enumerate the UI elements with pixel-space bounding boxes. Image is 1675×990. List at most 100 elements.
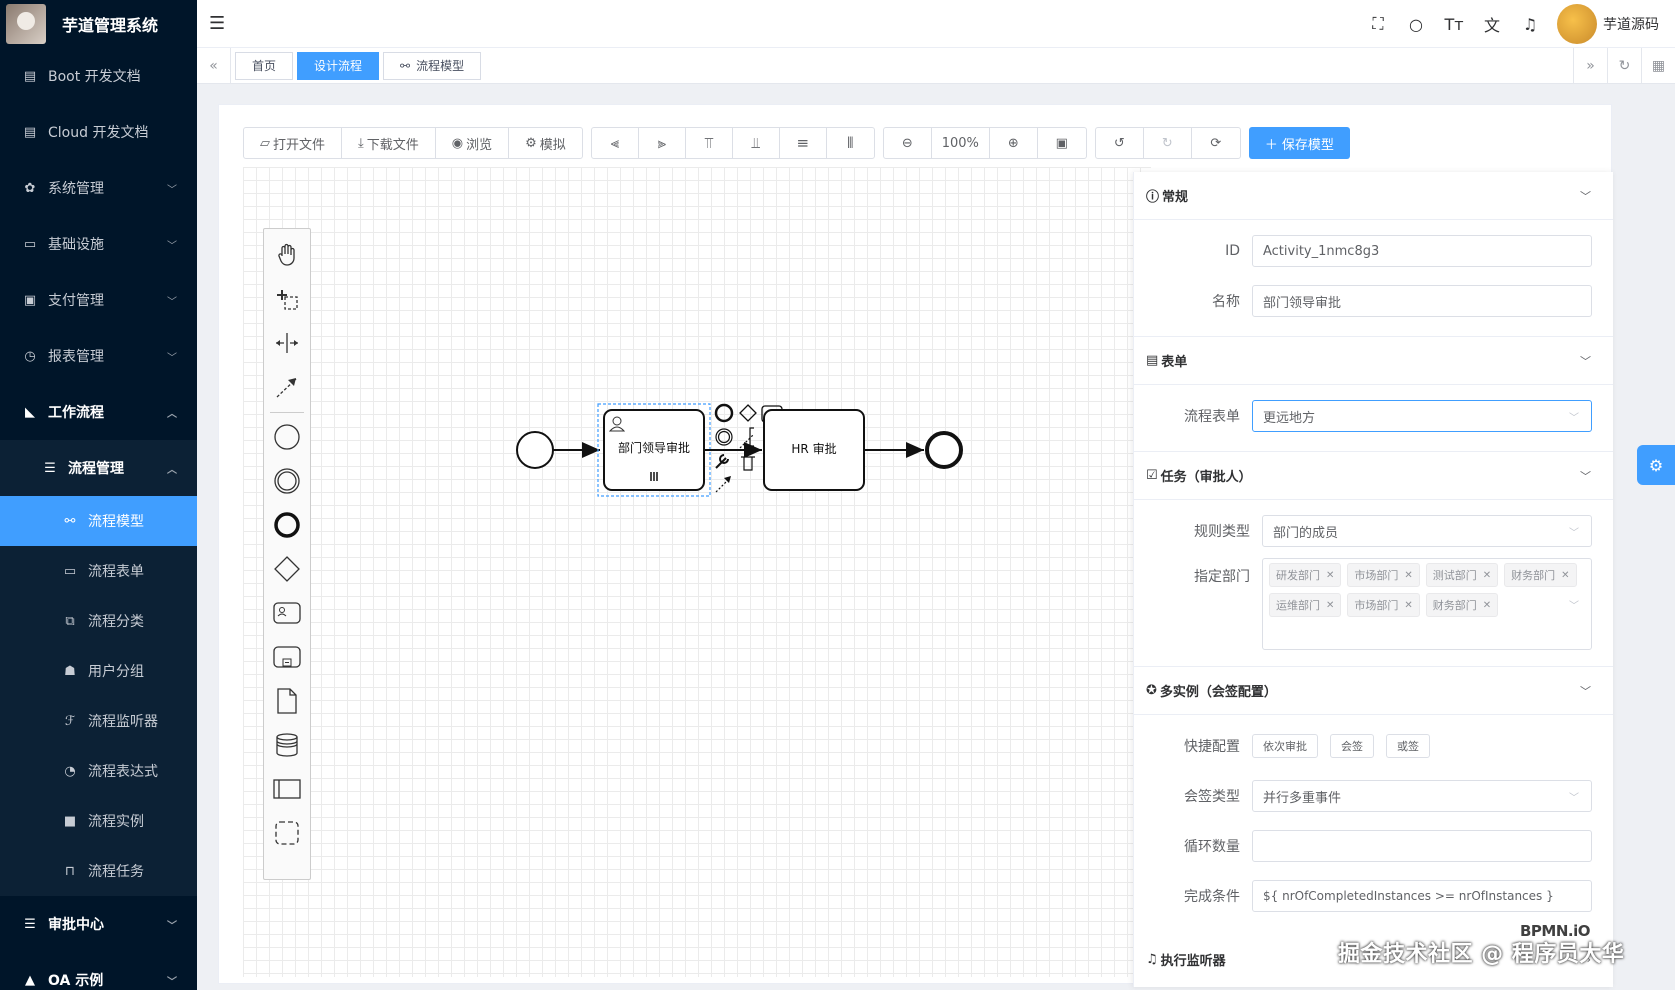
sub-process-icon[interactable]	[264, 637, 310, 677]
data-object-icon[interactable]	[264, 681, 310, 721]
sidebar-item-workflow[interactable]: ◣ 工作流程 ︿	[0, 384, 197, 440]
dept-chip[interactable]: 测试部门 ✕	[1425, 563, 1499, 587]
tag-design-process[interactable]: 设计流程	[297, 51, 380, 80]
align-center-icon[interactable]: ≡	[780, 128, 827, 158]
end-event[interactable]	[925, 431, 963, 469]
open-file-button[interactable]: ▱ 打开文件	[244, 128, 343, 158]
download-file-button[interactable]: ⤓ 下载文件	[342, 128, 436, 158]
sidebar-item-process-category[interactable]: ⧉ 流程分类	[0, 596, 197, 646]
sidebar-item-user-group[interactable]: ☗ 用户分组	[0, 646, 197, 696]
align-top-icon[interactable]: ⫪	[686, 128, 733, 158]
scroll-left-icon[interactable]: «	[197, 47, 231, 84]
bpmn-canvas[interactable]	[243, 167, 1151, 977]
start-event[interactable]	[516, 431, 554, 469]
sidebar-item-process-form[interactable]: ▭ 流程表单	[0, 546, 197, 596]
dept-chip[interactable]: 市场部门 ✕	[1347, 563, 1420, 587]
tag-home[interactable]: 首页	[235, 51, 294, 80]
dept-chip[interactable]: 市场部门 ✕	[1347, 593, 1420, 617]
fit-view-icon[interactable]: ▣	[1038, 128, 1086, 158]
global-connect-icon[interactable]	[264, 367, 310, 407]
sidebar-item-listener[interactable]: ℱ 流程监听器	[0, 696, 197, 746]
grid-icon[interactable]: ▦	[1641, 48, 1675, 84]
end-event-icon[interactable]	[264, 505, 310, 545]
pool-icon[interactable]	[264, 769, 310, 809]
close-icon[interactable]: ✕	[1483, 600, 1491, 611]
bell-icon[interactable]: ♫	[1511, 15, 1549, 34]
sidebar-item-process-model[interactable]: ⚯ 流程模型	[0, 496, 197, 546]
preview-button[interactable]: ◉ 浏览	[436, 128, 510, 158]
sidebar-item-expression[interactable]: ◔ 流程表达式	[0, 746, 197, 796]
user-name[interactable]: 芋道源码	[1603, 14, 1659, 34]
refresh-icon[interactable]: ↻	[1607, 48, 1641, 84]
section-multi-instance-header[interactable]: ✪ 多实例（会签配置） ﹀	[1134, 667, 1613, 715]
loop-count-field[interactable]	[1252, 830, 1592, 862]
settings-gear-icon[interactable]: ⚙	[1637, 445, 1675, 485]
task-hr[interactable]	[763, 409, 865, 491]
start-event-icon[interactable]	[264, 417, 310, 457]
close-icon[interactable]: ✕	[1326, 570, 1334, 581]
sidebar-item-system[interactable]: ✿ 系统管理 ﹀	[0, 160, 197, 216]
group-icon[interactable]	[264, 813, 310, 853]
align-bottom-icon[interactable]: ⫫	[733, 128, 780, 158]
align-left-icon[interactable]: ⫷	[592, 128, 639, 158]
translate-icon[interactable]: 文	[1473, 12, 1511, 36]
app-logo[interactable]: 芋道管理系统	[0, 0, 197, 48]
id-field[interactable]: Activity_1nmc8g3	[1252, 235, 1592, 267]
user-task-icon[interactable]	[264, 593, 310, 633]
section-general-header[interactable]: ⓘ 常规 ﹀	[1134, 172, 1613, 220]
name-field[interactable]: 部门领导审批	[1252, 285, 1592, 317]
complete-condition-field[interactable]: ${ nrOfCompletedInstances >= nrOfInstanc…	[1252, 880, 1592, 912]
avatar[interactable]	[1557, 4, 1597, 44]
rule-type-select[interactable]: 部门的成员 ﹀	[1262, 515, 1592, 547]
space-tool-icon[interactable]	[264, 323, 310, 363]
sidebar-item-pay[interactable]: ▣ 支付管理 ﹀	[0, 272, 197, 328]
close-icon[interactable]: ✕	[1326, 600, 1334, 611]
zoom-out-icon[interactable]: ⊖	[884, 128, 932, 158]
data-store-icon[interactable]	[264, 725, 310, 765]
hand-tool-icon[interactable]	[264, 235, 310, 275]
intermediate-event-icon[interactable]	[264, 461, 310, 501]
tag-process-model[interactable]: ⚯ 流程模型	[383, 51, 482, 80]
close-icon[interactable]: ✕	[1561, 570, 1569, 581]
sidebar-item-instance[interactable]: ■ 流程实例	[0, 796, 197, 846]
sequential-approval-button[interactable]: 依次审批	[1252, 734, 1318, 758]
task-dept-leader[interactable]	[603, 409, 705, 491]
undo-icon[interactable]: ↺	[1096, 128, 1144, 158]
sidebar-item-approval[interactable]: ☰ 审批中心 ﹀	[0, 896, 197, 952]
lasso-tool-icon[interactable]	[264, 279, 310, 319]
dept-chip[interactable]: 财务部门 ✕	[1504, 563, 1577, 587]
scroll-right-icon[interactable]: »	[1573, 48, 1607, 84]
align-middle-icon[interactable]: ⦀	[827, 128, 874, 158]
font-size-icon[interactable]: Tт	[1435, 15, 1473, 34]
sidebar-item-task[interactable]: ⊓ 流程任务	[0, 846, 197, 896]
dept-chip[interactable]: 财务部门 ✕	[1425, 593, 1499, 617]
save-model-button[interactable]: ＋ 保存模型	[1248, 127, 1350, 159]
zoom-in-icon[interactable]: ⊕	[990, 128, 1038, 158]
align-right-icon[interactable]: ⫸	[639, 128, 686, 158]
sidebar-item-report[interactable]: ◷ 报表管理 ﹀	[0, 328, 197, 384]
sidebar-item-cloud-docs[interactable]: ▤ Cloud 开发文档	[0, 104, 197, 160]
redo-icon[interactable]: ↻	[1144, 128, 1192, 158]
simulate-button[interactable]: ⚙ 模拟	[509, 128, 582, 158]
search-icon[interactable]: ○	[1397, 15, 1435, 34]
sidebar-item-boot-docs[interactable]: ▤ Boot 开发文档	[0, 48, 197, 104]
section-task-header[interactable]: ☑ 任务（审批人） ﹀	[1134, 452, 1613, 500]
countersign-type-select[interactable]: 并行多重事件 ﹀	[1252, 780, 1592, 812]
or-sign-button[interactable]: 或签	[1386, 734, 1430, 758]
reset-icon[interactable]: ⟳	[1192, 128, 1240, 158]
department-multiselect[interactable]: 研发部门 ✕ 市场部门 ✕ 测试部门 ✕ 财务部门 ✕ 运维部门 ✕ 市场部门 ✕ 财务部门…	[1262, 558, 1592, 650]
close-icon[interactable]: ✕	[1404, 600, 1412, 611]
dept-chip[interactable]: 研发部门 ✕	[1269, 563, 1342, 587]
fullscreen-icon[interactable]: ⛶	[1359, 14, 1397, 34]
sidebar-item-infra[interactable]: ▭ 基础设施 ﹀	[0, 216, 197, 272]
close-icon[interactable]: ✕	[1404, 570, 1412, 581]
dept-chip[interactable]: 运维部门 ✕	[1269, 593, 1342, 617]
process-form-select[interactable]: 更远地方 ﹀	[1252, 400, 1592, 432]
sidebar-item-oa[interactable]: ▲ OA 示例 ﹀	[0, 952, 197, 990]
gateway-icon[interactable]	[264, 549, 310, 589]
countersign-button[interactable]: 会签	[1330, 734, 1374, 758]
close-icon[interactable]: ✕	[1483, 570, 1491, 581]
hamburger-icon[interactable]: ☰	[209, 13, 225, 34]
sidebar-item-process-mgmt[interactable]: ☰ 流程管理 ︿	[0, 440, 197, 496]
section-form-header[interactable]: ▤ 表单 ﹀	[1134, 337, 1613, 385]
